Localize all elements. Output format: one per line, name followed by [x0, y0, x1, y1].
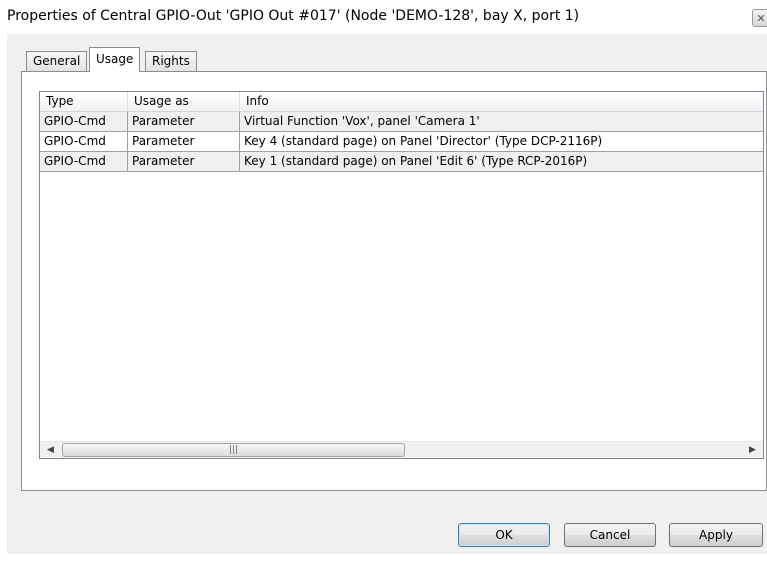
window-title: Properties of Central GPIO-Out 'GPIO Out…: [7, 8, 580, 24]
horizontal-scrollbar[interactable]: ◀ ||| ▶: [40, 441, 763, 458]
tab-label: General: [33, 54, 81, 68]
tab-label: Usage: [96, 52, 134, 66]
cell-usage-as: Parameter: [128, 152, 240, 171]
list-item[interactable]: GPIO-Cmd Parameter Key 1 (standard page)…: [40, 152, 763, 172]
tab-label: Rights: [152, 54, 190, 68]
cell-type: GPIO-Cmd: [40, 112, 128, 131]
cell-info: Virtual Function 'Vox', panel 'Camera 1': [244, 114, 480, 128]
scroll-left-icon[interactable]: ◀: [42, 442, 59, 458]
tab-usage[interactable]: Usage: [89, 47, 141, 72]
title-bar: Properties of Central GPIO-Out 'GPIO Out…: [0, 0, 767, 34]
grip-icon: |||: [228, 445, 239, 455]
scrollbar-thumb[interactable]: |||: [62, 443, 405, 457]
close-button[interactable]: ✕: [752, 9, 767, 27]
cell-info: Key 4 (standard page) on Panel 'Director…: [244, 134, 603, 148]
column-header-usage-as[interactable]: Usage as: [128, 92, 240, 111]
tab-general[interactable]: General: [26, 51, 88, 71]
window-frame-bottom: [0, 554, 767, 561]
column-header-info[interactable]: Info: [240, 92, 763, 111]
list-body: GPIO-Cmd Parameter Virtual Function 'Vox…: [40, 112, 763, 172]
cancel-button[interactable]: Cancel: [564, 523, 656, 547]
cell-usage-as: Parameter: [128, 112, 240, 131]
tab-rights[interactable]: Rights: [145, 51, 197, 71]
usage-list[interactable]: Type Usage as Info GPIO-Cmd Parameter Vi…: [39, 91, 764, 459]
cell-type: GPIO-Cmd: [40, 152, 128, 171]
column-header-type[interactable]: Type: [40, 92, 128, 111]
window-frame-left: [0, 34, 7, 561]
list-header: Type Usage as Info: [40, 92, 763, 112]
tab-page-usage: Type Usage as Info GPIO-Cmd Parameter Vi…: [21, 71, 767, 491]
list-item[interactable]: GPIO-Cmd Parameter Virtual Function 'Vox…: [40, 112, 763, 132]
dialog-client: General Usage Rights Type Usage as Info …: [7, 34, 767, 554]
cell-info: Key 1 (standard page) on Panel 'Edit 6' …: [244, 154, 588, 168]
ok-button[interactable]: OK: [458, 523, 550, 547]
close-icon: ✕: [756, 12, 766, 25]
apply-button[interactable]: Apply: [669, 523, 763, 547]
cell-type: GPIO-Cmd: [40, 132, 128, 151]
cell-usage-as: Parameter: [128, 132, 240, 151]
list-item[interactable]: GPIO-Cmd Parameter Key 4 (standard page)…: [40, 132, 763, 152]
scroll-right-icon[interactable]: ▶: [744, 442, 761, 458]
